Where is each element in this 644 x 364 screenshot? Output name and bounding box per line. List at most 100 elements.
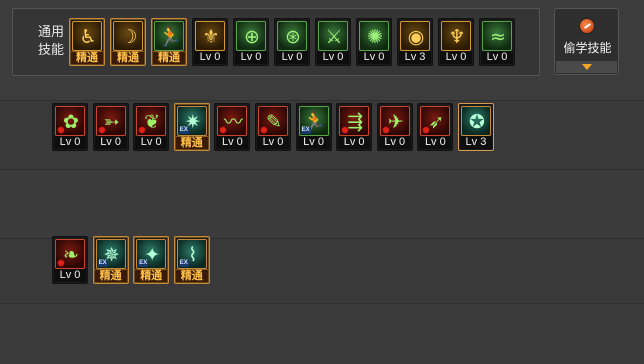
- skill-level: Lv 3: [399, 51, 431, 64]
- skill-cloud-icon: ✺: [359, 21, 389, 51]
- skill-slot[interactable]: ✺ Lv 0: [356, 18, 392, 66]
- red-badge-icon: [57, 126, 65, 134]
- steal-skill-icon: [579, 18, 595, 34]
- skill-slot[interactable]: ✎ Lv 0: [254, 103, 291, 151]
- learn-skill-button[interactable]: 偷学技能: [554, 8, 619, 75]
- skill-slot[interactable]: ➶ Lv 0: [417, 103, 454, 151]
- skill-band-4: [0, 303, 644, 364]
- chevron-down-icon: [582, 64, 592, 70]
- skill-slot[interactable]: ✵ EX 精通: [92, 236, 129, 284]
- skill-level: 精通: [71, 51, 103, 64]
- skill-glyph: ♿: [79, 26, 97, 48]
- ex-badge-icon: EX: [97, 260, 108, 267]
- skill-sit-icon: ♿: [72, 21, 102, 51]
- skill-row-1: ✿ Lv 0 ➳ Lv 0 ❦ Lv 0 ✷ EX 精通〰 Lv 0 ✎ Lv 0 🏃 EX Lv 0 ⇶ Lv…: [52, 103, 494, 151]
- skill-level: 精通: [175, 136, 208, 149]
- skill-level: Lv 0: [276, 51, 308, 64]
- skill-r3-1-icon: ❧: [55, 239, 85, 269]
- ex-badge-icon: EX: [138, 260, 149, 267]
- skill-r1-1-icon: ✿: [55, 106, 85, 136]
- skill-glyph: ◉: [407, 26, 425, 48]
- skill-level: Lv 0: [338, 136, 371, 149]
- skill-r1-9-icon: ✈: [379, 106, 410, 136]
- ex-badge-icon: EX: [178, 260, 189, 267]
- skill-r1-5-icon: 〰: [217, 106, 248, 136]
- skill-level: 精通: [153, 51, 185, 64]
- skill-level: Lv 0: [235, 51, 267, 64]
- skill-r1-10-icon: ➶: [420, 106, 451, 136]
- common-label-line1: 通用: [37, 24, 64, 39]
- skill-glyph: ⊕: [244, 26, 260, 48]
- skill-slot[interactable]: ≈ Lv 0: [479, 18, 515, 66]
- skill-level: Lv 0: [216, 136, 249, 149]
- skill-aura-icon: ♆: [441, 21, 471, 51]
- skill-level: Lv 0: [256, 136, 289, 149]
- skill-slot[interactable]: ◉ Lv 3: [397, 18, 433, 66]
- skill-eye-icon: ◉: [400, 21, 430, 51]
- common-label-line2: 技能: [37, 42, 64, 57]
- skill-crosshair-icon: ⊛: [277, 21, 307, 51]
- skill-glyph: ≈: [490, 26, 506, 48]
- learn-skill-label: 偷学技能: [563, 41, 612, 55]
- learn-skill-dropdown[interactable]: [556, 61, 617, 73]
- skill-level: Lv 0: [378, 136, 411, 149]
- skill-slot[interactable]: ✷ EX 精通: [173, 103, 210, 151]
- skill-slot[interactable]: 〰 Lv 0: [214, 103, 251, 151]
- skill-glyph: ⊛: [285, 26, 301, 48]
- skill-slot[interactable]: ⚔ Lv 0: [315, 18, 351, 66]
- skill-r3-4-icon: ⌇ EX: [176, 239, 207, 269]
- skill-slot[interactable]: ✈ Lv 0: [376, 103, 413, 151]
- skill-r1-8-icon: ⇶: [339, 106, 370, 136]
- skill-level: Lv 0: [194, 51, 226, 64]
- skill-glyph: ✪: [468, 111, 485, 133]
- skill-level: Lv 0: [481, 51, 513, 64]
- skill-slot[interactable]: ⌇ EX 精通: [173, 236, 210, 284]
- skill-r1-11-icon: ✪: [460, 106, 491, 136]
- skill-stealth-gold-icon: ☽: [113, 21, 143, 51]
- skill-glyph: ♆: [448, 26, 466, 48]
- ex-badge-icon: EX: [178, 127, 189, 134]
- skill-wing-icon: ⚜: [195, 21, 225, 51]
- common-skills-row: ♿ 精通 ☽ 精通 🏃 精通 ⚜ Lv 0 ⊕ Lv 0 ⊛ Lv 0 ⚔ Lv 0 ✺ Lv 0 ◉ Lv 3 ♆…: [69, 18, 515, 66]
- skill-band-2: [0, 169, 644, 237]
- skill-r1-7-icon: 🏃 EX: [298, 106, 329, 136]
- skill-level: 精通: [94, 269, 127, 282]
- skill-r1-2-icon: ➳: [95, 106, 126, 136]
- common-skills-label: 通用 技能: [31, 23, 71, 59]
- skill-r3-2-icon: ✵ EX: [95, 239, 126, 269]
- skill-slot[interactable]: ➳ Lv 0: [92, 103, 129, 151]
- skill-slot[interactable]: ❦ Lv 0: [133, 103, 170, 151]
- skill-r3-3-icon: ✦ EX: [136, 239, 167, 269]
- skill-throw-icon: ⚔: [318, 21, 348, 51]
- skill-row-3: ❧ Lv 0 ✵ EX 精通 ✦ EX 精通 ⌇ EX 精通: [52, 236, 210, 284]
- skill-level: Lv 0: [440, 51, 472, 64]
- skill-slot[interactable]: ⇶ Lv 0: [336, 103, 373, 151]
- skill-glyph: ⚔: [325, 26, 343, 48]
- skill-slot[interactable]: ♆ Lv 0: [438, 18, 474, 66]
- skill-twist-icon: ≈: [482, 21, 512, 51]
- skill-r1-4-icon: ✷ EX: [176, 106, 207, 136]
- red-badge-icon: [259, 126, 268, 134]
- skill-slot[interactable]: ♿ 精通: [69, 18, 105, 66]
- skill-slot[interactable]: ⊛ Lv 0: [274, 18, 310, 66]
- skill-slot[interactable]: ⚜ Lv 0: [192, 18, 228, 66]
- skill-slot[interactable]: ✿ Lv 0: [52, 103, 88, 151]
- top-area: 通用 技能 ♿ 精通 ☽ 精通 🏃 精通 ⚜ Lv 0 ⊕ Lv 0 ⊛ Lv 0 ⚔ Lv 0 ✺ Lv 0…: [0, 0, 644, 100]
- skill-level: 精通: [135, 269, 168, 282]
- skill-level: 精通: [175, 269, 208, 282]
- skill-slot[interactable]: 🏃 EX Lv 0: [295, 103, 332, 151]
- skill-level: 精通: [112, 51, 144, 64]
- skill-glyph: 🏃: [158, 26, 182, 48]
- skill-slot[interactable]: ✪ Lv 3: [457, 103, 494, 151]
- skill-slot[interactable]: 🏃 精通: [151, 18, 187, 66]
- skill-level: Lv 0: [358, 51, 390, 64]
- skill-level: Lv 0: [297, 136, 330, 149]
- red-badge-icon: [381, 126, 390, 134]
- skill-level: Lv 0: [54, 269, 86, 282]
- skill-slot[interactable]: ⊕ Lv 0: [233, 18, 269, 66]
- skill-level: Lv 0: [317, 51, 349, 64]
- skill-slot[interactable]: ☽ 精通: [110, 18, 146, 66]
- skill-slot[interactable]: ✦ EX 精通: [133, 236, 170, 284]
- skill-slot[interactable]: ❧ Lv 0: [52, 236, 88, 284]
- red-badge-icon: [97, 126, 106, 134]
